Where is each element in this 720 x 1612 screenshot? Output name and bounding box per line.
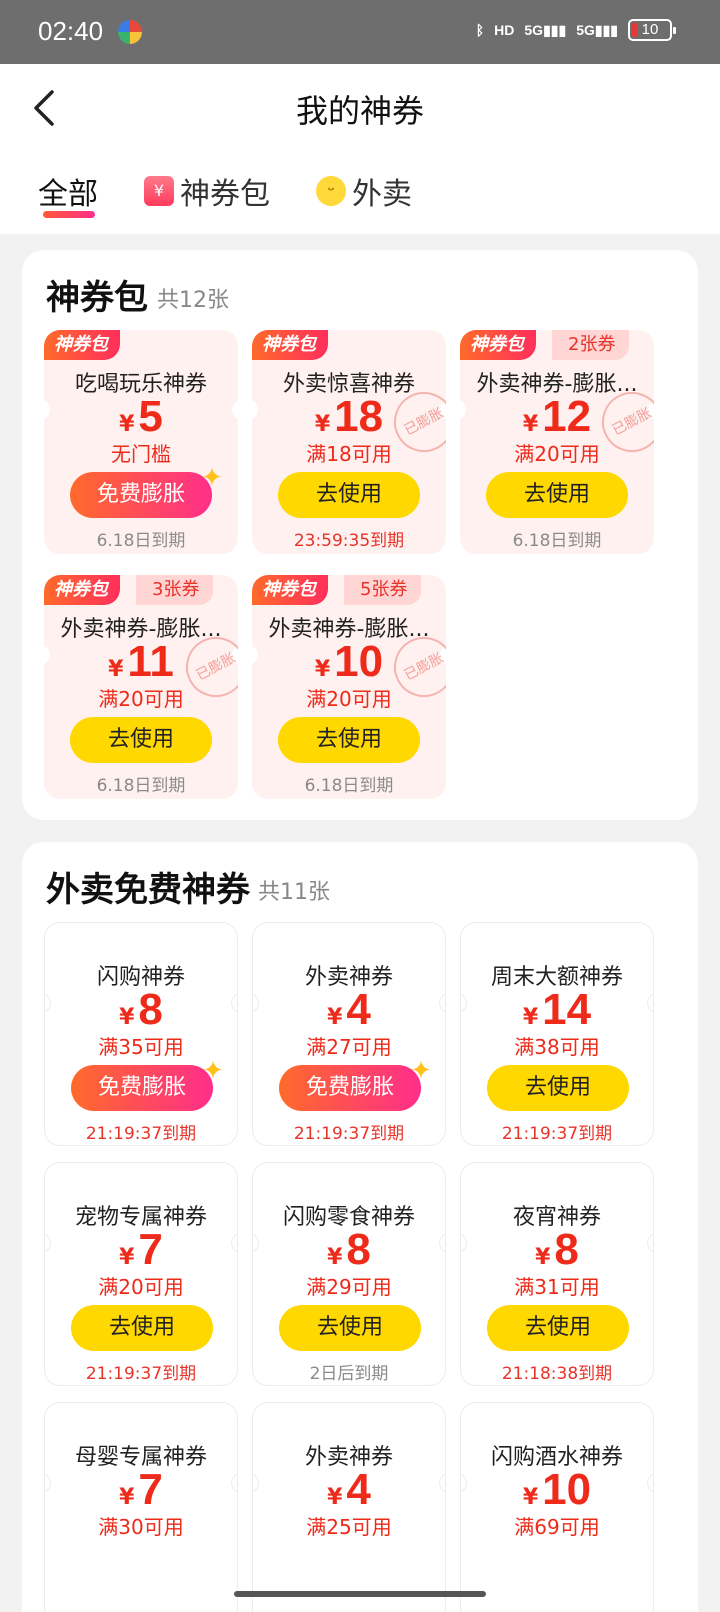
sparkle-icon: ✦ <box>201 463 223 493</box>
use-button[interactable]: 去使用 <box>278 717 420 763</box>
coupon-amount: ¥11 <box>108 637 174 686</box>
use-button[interactable]: 去使用 <box>487 1305 629 1351</box>
coupon-expiry: 21:19:37到期 <box>293 1124 405 1144</box>
coupon-condition: 满31可用 <box>514 1275 600 1299</box>
free-expand-button[interactable]: 免费膨胀 ✦ <box>70 464 223 518</box>
hd-icon: HD <box>494 22 515 38</box>
coupon-card[interactable]: 神券包 3张券 外卖神券-膨胀... 已膨胀 ¥11 满20可用 去使用 6.1… <box>44 575 238 799</box>
signal-icon-1: 5G▮▮▮ <box>524 22 567 38</box>
coupon-expiry: 21:19:37到期 <box>85 1124 197 1144</box>
coupon-condition: 满29可用 <box>306 1275 392 1299</box>
coupon-amount: ¥8 <box>119 985 163 1034</box>
coupon-pack-badge: 神券包 <box>252 330 328 360</box>
coupon-amount: ¥7 <box>119 1225 163 1274</box>
use-button[interactable]: 去使用 <box>487 1065 629 1111</box>
sparkle-icon: ✦ <box>202 1056 224 1086</box>
coupon-card[interactable]: 闪购零食神券 ¥8 满29可用 去使用 2日后到期 <box>252 1162 446 1386</box>
coupon-card[interactable]: 外卖神券 ¥4 满25可用 <box>252 1402 446 1612</box>
tab-takeout[interactable]: ᵕ 外卖 <box>316 169 412 213</box>
coupon-pack-icon: ¥ <box>144 176 174 206</box>
status-bar: 02:40 ᛒ HD 5G▮▮▮ 5G▮▮▮ 10 <box>0 0 720 64</box>
coupon-expiry: 6.18日到期 <box>304 776 394 796</box>
free-expand-button[interactable]: 免费膨胀 ✦ <box>71 1057 224 1111</box>
coupon-condition: 满69可用 <box>514 1515 600 1539</box>
coupon-condition: 满20可用 <box>514 442 600 466</box>
section-count: 共12张 <box>157 288 229 313</box>
header: 我的神券 <box>0 64 720 149</box>
coupon-card[interactable]: 宠物专属神券 ¥7 满20可用 去使用 21:19:37到期 <box>44 1162 238 1386</box>
coupon-condition: 满20可用 <box>306 687 392 711</box>
coupon-condition: 满20可用 <box>98 687 184 711</box>
coupon-amount: ¥10 <box>522 1465 592 1514</box>
coupon-pack-badge: 神券包 <box>44 575 120 605</box>
coupon-quantity-tag: 2张券 <box>552 330 630 360</box>
use-button[interactable]: 去使用 <box>278 472 420 518</box>
tab-all-label: 全部 <box>38 177 98 212</box>
coupon-expiry: 6.18日到期 <box>96 776 186 796</box>
coupon-card[interactable]: 周末大额神券 ¥14 满38可用 去使用 21:19:37到期 <box>460 922 654 1146</box>
coupon-amount: ¥8 <box>327 1225 371 1274</box>
coupon-card[interactable]: 神券包 外卖惊喜神券 已膨胀 ¥18 满18可用 去使用 23:59:35到期 <box>252 330 446 554</box>
tab-coupon-pack[interactable]: ¥ 神券包 <box>144 169 270 213</box>
sparkle-icon: ✦ <box>410 1056 432 1086</box>
coupon-card[interactable]: 神券包 2张券 外卖神券-膨胀... 已膨胀 ¥12 满20可用 去使用 6.1… <box>460 330 654 554</box>
takeout-coupon-section: 外卖免费神券 共11张 闪购神券 ¥8 满35可用 免费膨胀 ✦ 21:19:37… <box>22 842 698 1612</box>
coupon-amount: ¥8 <box>535 1225 579 1274</box>
coupon-expiry: 21:19:37到期 <box>85 1364 197 1384</box>
coupon-expiry: 23:59:35到期 <box>293 531 405 551</box>
tab-takeout-label: 外卖 <box>352 177 412 212</box>
tab-all[interactable]: 全部 <box>38 169 98 213</box>
home-indicator[interactable] <box>234 1591 486 1597</box>
coupon-condition: 满30可用 <box>98 1515 184 1539</box>
battery-icon: 10 <box>628 19 676 41</box>
use-button[interactable]: 去使用 <box>486 472 628 518</box>
coupon-card[interactable]: 母婴专属神券 ¥7 满30可用 <box>44 1402 238 1612</box>
use-button[interactable]: 去使用 <box>70 717 212 763</box>
coupon-quantity-tag: 5张券 <box>344 575 422 605</box>
section-count: 共11张 <box>258 880 330 905</box>
coupon-expiry: 21:19:37到期 <box>501 1124 613 1144</box>
coupon-amount: ¥4 <box>327 1465 371 1514</box>
coupon-expiry: 6.18日到期 <box>96 531 186 551</box>
section-title: 神券包 <box>46 278 148 318</box>
coupon-expiry: 6.18日到期 <box>512 531 602 551</box>
free-expand-button[interactable]: 免费膨胀 ✦ <box>279 1057 432 1111</box>
coupon-card[interactable]: 外卖神券 ¥4 满27可用 免费膨胀 ✦ 21:19:37到期 <box>252 922 446 1146</box>
coupon-card[interactable]: 神券包 5张券 外卖神券-膨胀... 已膨胀 ¥10 满20可用 去使用 6.1… <box>252 575 446 799</box>
bluetooth-icon: ᛒ <box>475 22 485 38</box>
coupon-pack-badge: 神券包 <box>44 330 120 360</box>
coupon-amount: ¥5 <box>119 392 163 441</box>
coupon-expiry: 21:18:38到期 <box>501 1364 613 1384</box>
coupon-amount: ¥14 <box>522 985 592 1034</box>
coupon-card[interactable]: 闪购酒水神券 ¥10 满69可用 <box>460 1402 654 1612</box>
rabbit-icon: ᵕ <box>316 176 346 206</box>
coupon-condition: 满18可用 <box>306 442 392 466</box>
coupon-condition: 满38可用 <box>514 1035 600 1059</box>
status-time: 02:40 <box>38 16 104 46</box>
coupon-card[interactable]: 神券包 吃喝玩乐神券 ¥5 无门槛 免费膨胀 ✦ 6.18日到期 <box>44 330 238 554</box>
page-title: 我的神券 <box>295 92 424 130</box>
coupon-quantity-tag: 3张券 <box>136 575 214 605</box>
coupon-amount: ¥18 <box>314 392 384 441</box>
coupon-pack-badge: 神券包 <box>252 575 328 605</box>
coupon-amount: ¥10 <box>314 637 384 686</box>
coupon-pack-badge: 神券包 <box>460 330 536 360</box>
tab-active-underline <box>43 211 95 218</box>
coupon-condition: 满20可用 <box>98 1275 184 1299</box>
coupon-amount: ¥4 <box>327 985 371 1034</box>
coupon-card[interactable]: 夜宵神券 ¥8 满31可用 去使用 21:18:38到期 <box>460 1162 654 1386</box>
tab-coupon-pack-label: 神券包 <box>180 177 270 212</box>
use-button[interactable]: 去使用 <box>279 1305 421 1351</box>
coupon-condition: 满25可用 <box>306 1515 392 1539</box>
app-notification-icon <box>118 20 142 44</box>
coupon-amount: ¥7 <box>119 1465 163 1514</box>
tab-bar: 全部 ¥ 神券包 ᵕ 外卖 <box>0 149 720 234</box>
signal-icon-2: 5G▮▮▮ <box>576 22 618 38</box>
coupon-expiry: 2日后到期 <box>309 1364 389 1384</box>
coupon-amount: ¥12 <box>522 392 592 441</box>
use-button[interactable]: 去使用 <box>71 1305 213 1351</box>
coupon-card[interactable]: 闪购神券 ¥8 满35可用 免费膨胀 ✦ 21:19:37到期 <box>44 922 238 1146</box>
coupon-pack-section: 神券包 共12张 神券包 吃喝玩乐神券 ¥5 无门槛 免费膨胀 ✦ 6.18日到期… <box>22 250 698 820</box>
section-title: 外卖免费神券 <box>46 870 250 910</box>
